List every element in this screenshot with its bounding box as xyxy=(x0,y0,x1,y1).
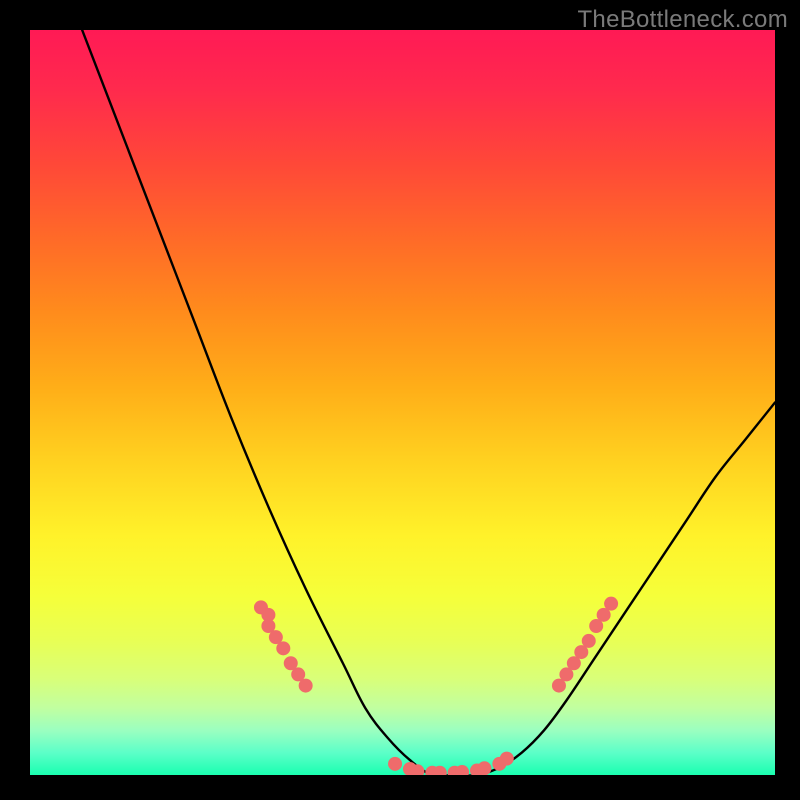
data-marker xyxy=(582,634,596,648)
data-marker xyxy=(477,761,491,775)
chart-frame: TheBottleneck.com xyxy=(0,0,800,800)
marker-layer xyxy=(254,597,618,775)
data-marker xyxy=(299,679,313,693)
curve-layer xyxy=(82,30,775,775)
data-marker xyxy=(276,641,290,655)
data-marker xyxy=(500,752,514,766)
data-marker xyxy=(604,597,618,611)
data-marker xyxy=(388,757,402,771)
chart-svg xyxy=(30,30,775,775)
plot-area xyxy=(30,30,775,775)
bottleneck-curve xyxy=(82,30,775,775)
